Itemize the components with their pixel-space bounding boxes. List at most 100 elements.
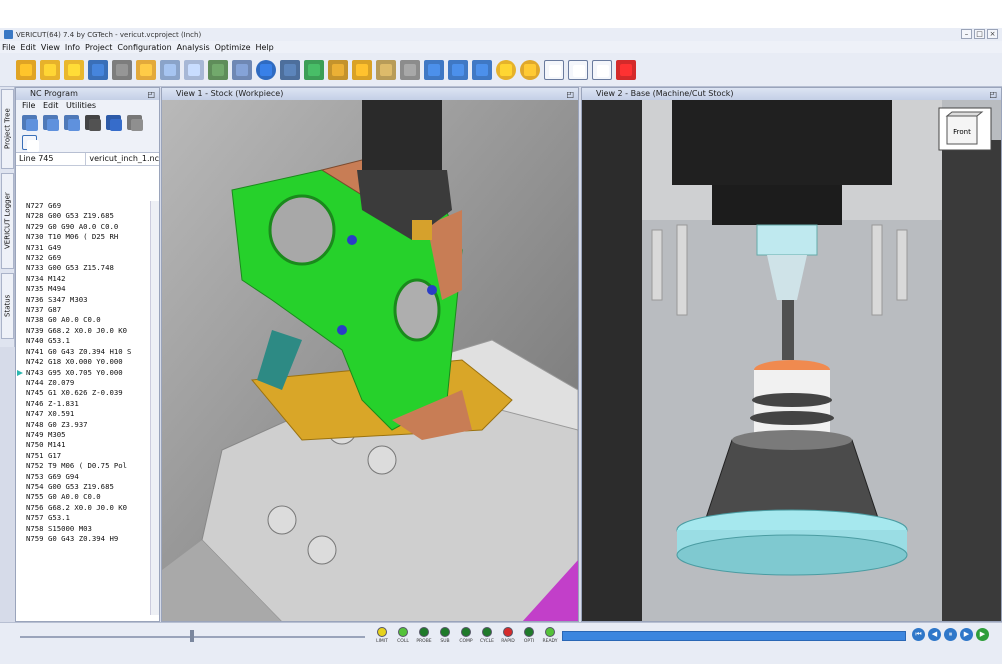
nc-line[interactable]: N729 G0 G90 A0.0 C0.0 [16, 222, 151, 232]
nc-line[interactable]: N737 G87 [16, 305, 151, 315]
nc-line[interactable]: N733 G00 G53 Z15.748 [16, 263, 151, 273]
settings-document-icon[interactable] [232, 59, 252, 80]
shade-icon[interactable] [496, 59, 516, 80]
step-back-button[interactable]: ◀ [928, 628, 941, 641]
open-setup-icon[interactable] [136, 59, 156, 80]
menu-help[interactable]: Help [256, 43, 274, 52]
component-tree-icon[interactable] [160, 59, 180, 80]
status-led-comp: COMP [456, 627, 476, 644]
nc-line[interactable]: N747 X0.591 [16, 409, 151, 419]
nc-line[interactable]: N758 S15000 M03 [16, 524, 151, 534]
close-button[interactable]: × [987, 29, 998, 39]
report-icon[interactable] [208, 59, 228, 80]
menu-project[interactable]: Project [85, 43, 112, 52]
nc-menu-utilities[interactable]: Utilities [66, 101, 96, 110]
nc-line[interactable]: N759 G0 G43 Z0.394 H9 [16, 534, 151, 544]
nc-line[interactable]: N728 G00 G53 Z19.685 [16, 211, 151, 221]
nc-line[interactable]: N750 M141 [16, 440, 151, 450]
view-2-panel[interactable]: View 2 - Base (Machine/Cut Stock) ◰ Fron… [581, 87, 1002, 622]
open-project-icon[interactable] [16, 59, 36, 80]
menu-configuration[interactable]: Configuration [117, 43, 171, 52]
nc-line[interactable]: N734 M142 [16, 274, 151, 284]
nc-line[interactable]: N740 G53.1 [16, 336, 151, 346]
split-vertical-icon[interactable] [568, 59, 588, 80]
led-label: COMP [459, 639, 473, 644]
menu-edit[interactable]: Edit [20, 43, 36, 52]
zoom-out-icon[interactable] [448, 59, 468, 80]
nc-line[interactable]: N741 G0 G43 Z0.394 H10 S [16, 347, 151, 357]
nc-line[interactable]: N730 T10 M06 ( D25 RH [16, 232, 151, 242]
nc-line[interactable]: N752 T9 M06 ( D0.75 Pol [16, 461, 151, 471]
view-cube-label[interactable]: Front [953, 128, 971, 136]
menu-info[interactable]: Info [65, 43, 80, 52]
nc-menu-edit[interactable]: Edit [43, 101, 59, 110]
animation-speed-thumb[interactable] [190, 630, 194, 642]
grid-icon[interactable] [400, 59, 420, 80]
xcaliper-icon[interactable] [376, 59, 396, 80]
menu-file[interactable]: File [2, 43, 15, 52]
view-cube-icon[interactable] [280, 59, 300, 80]
close-views-icon[interactable] [616, 59, 636, 80]
maximize-button[interactable]: □ [974, 29, 985, 39]
side-tab-strip: Project Tree VERICUT Logger Status [0, 87, 15, 347]
nc-line[interactable]: N748 G0 Z3.937 [16, 420, 151, 430]
folder-icon[interactable] [64, 59, 84, 80]
edit-document-icon[interactable] [64, 114, 79, 130]
undo-icon[interactable] [106, 114, 121, 130]
measure-icon[interactable] [352, 59, 372, 80]
nc-menu-file[interactable]: File [22, 101, 35, 110]
nc-line[interactable]: N755 G0 A0.0 C0.0 [16, 492, 151, 502]
tool-manager-icon[interactable] [112, 59, 132, 80]
section-icon[interactable] [328, 59, 348, 80]
play-to-end-button[interactable]: ▶ [976, 628, 989, 641]
nc-line[interactable]: N746 Z-1.831 [16, 399, 151, 409]
nc-line[interactable]: N754 G00 G53 Z19.685 [16, 482, 151, 492]
nc-line[interactable]: N735 M494 [16, 284, 151, 294]
nc-line[interactable]: N756 G68.2 X0.0 J0.0 K0 [16, 503, 151, 513]
nc-line[interactable]: N745 G1 X0.626 Z-0.039 [16, 388, 151, 398]
document-icon[interactable] [184, 59, 204, 80]
fit-view-icon[interactable] [472, 59, 492, 80]
menu-analysis[interactable]: Analysis [177, 43, 210, 52]
tab-project-tree[interactable]: Project Tree [1, 89, 14, 169]
menu-view[interactable]: View [41, 43, 60, 52]
menu-optimize[interactable]: Optimize [215, 43, 251, 52]
zoom-in-icon[interactable] [424, 59, 444, 80]
nc-line[interactable]: N727 G69 [16, 201, 151, 211]
single-view-icon[interactable] [544, 59, 564, 80]
nc-line[interactable]: N732 G69 [16, 253, 151, 263]
model-icon[interactable] [304, 59, 324, 80]
save-icon[interactable] [88, 59, 108, 80]
split-panel-icon[interactable] [22, 135, 37, 150]
tab-vericut-logger[interactable]: VERICUT Logger [1, 173, 14, 269]
find-binoculars-icon[interactable] [85, 114, 100, 130]
reset-model-button[interactable]: ⏮ [912, 628, 925, 641]
nc-code-list[interactable]: N727 G69 N728 G00 G53 Z19.685 N729 G0 G90 … [16, 201, 151, 615]
nc-line[interactable]: N739 G68.2 X0.0 J0.0 K0 [16, 326, 151, 336]
step-down-icon[interactable] [22, 114, 37, 130]
nc-line[interactable]: N743 G95 X0.705 Y0.000 [16, 368, 151, 378]
step-button[interactable]: ▶ [960, 628, 973, 641]
status-led-coll: COLL [393, 627, 413, 644]
nc-line[interactable]: N738 G0 A0.0 C0.0 [16, 315, 151, 325]
pin-icon[interactable]: ◰ [147, 89, 155, 101]
minimize-button[interactable]: – [961, 29, 972, 39]
split-horizontal-icon[interactable] [592, 59, 612, 80]
jump-icon[interactable] [43, 114, 58, 130]
nc-line[interactable]: N742 G18 X0.000 Y0.000 [16, 357, 151, 367]
nc-line[interactable]: N749 M305 [16, 430, 151, 440]
nc-line[interactable]: N751 G17 [16, 451, 151, 461]
nc-line[interactable]: N753 G69 G94 [16, 472, 151, 482]
nc-line[interactable]: N757 G53.1 [16, 513, 151, 523]
view-1-panel[interactable]: View 1 - Stock (Workpiece) ◰ [161, 87, 579, 622]
tab-status[interactable]: Status [1, 273, 14, 339]
nc-line[interactable]: N731 G49 [16, 243, 151, 253]
nc-line[interactable]: N736 S347 M303 [16, 295, 151, 305]
pause-button[interactable]: ⏸ [944, 628, 957, 641]
open-folder-icon[interactable] [40, 59, 60, 80]
nc-line[interactable]: N744 Z0.079 [16, 378, 151, 388]
reset-view-icon[interactable] [520, 59, 540, 80]
info-icon[interactable] [256, 59, 276, 80]
print-icon[interactable] [127, 114, 142, 130]
nc-scrollbar[interactable] [150, 201, 159, 615]
